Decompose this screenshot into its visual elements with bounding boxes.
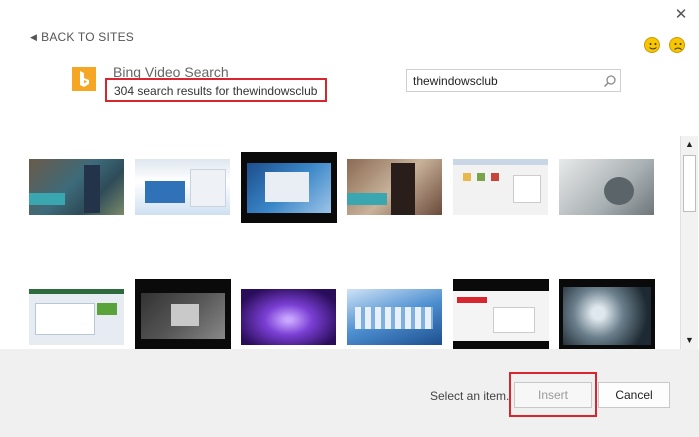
video-results-grid [0, 130, 680, 352]
video-thumbnail[interactable] [29, 159, 124, 215]
back-to-sites-link[interactable]: ◀ BACK TO SITES [30, 30, 134, 44]
video-thumbnail[interactable] [29, 289, 124, 345]
video-thumbnail[interactable] [559, 279, 655, 352]
smiley-happy-icon[interactable] [644, 37, 660, 53]
video-thumbnail[interactable] [135, 159, 230, 215]
scroll-down-icon[interactable]: ▼ [681, 332, 698, 349]
search-icon[interactable] [603, 74, 617, 88]
video-thumbnail[interactable] [135, 279, 231, 352]
status-text: Select an item. [430, 389, 510, 403]
video-thumbnail[interactable] [241, 152, 337, 223]
smiley-sad-icon[interactable] [669, 37, 685, 53]
video-thumbnail[interactable] [241, 289, 336, 345]
video-thumbnail[interactable] [347, 289, 442, 345]
insert-video-dialog: ✕ ◀ BACK TO SITES Bing Video Search 304 s… [0, 0, 699, 437]
video-thumbnail[interactable] [453, 159, 548, 215]
insert-button[interactable]: Insert [514, 382, 592, 408]
cancel-button[interactable]: Cancel [598, 382, 670, 408]
search-input[interactable] [413, 73, 593, 88]
results-count-text: 304 search results for thewindowsclub [114, 84, 318, 98]
close-icon[interactable]: ✕ [672, 6, 690, 24]
video-thumbnail[interactable] [559, 159, 654, 215]
video-thumbnail[interactable] [347, 159, 442, 215]
scroll-thumb[interactable] [683, 155, 696, 212]
bing-logo-icon [72, 67, 96, 91]
scroll-up-icon[interactable]: ▲ [681, 136, 698, 153]
vertical-scrollbar[interactable]: ▲ ▼ [680, 136, 698, 349]
video-thumbnail[interactable] [453, 279, 549, 352]
back-to-sites-label: BACK TO SITES [41, 30, 134, 44]
search-box[interactable] [406, 69, 621, 92]
chevron-left-icon: ◀ [30, 32, 38, 42]
